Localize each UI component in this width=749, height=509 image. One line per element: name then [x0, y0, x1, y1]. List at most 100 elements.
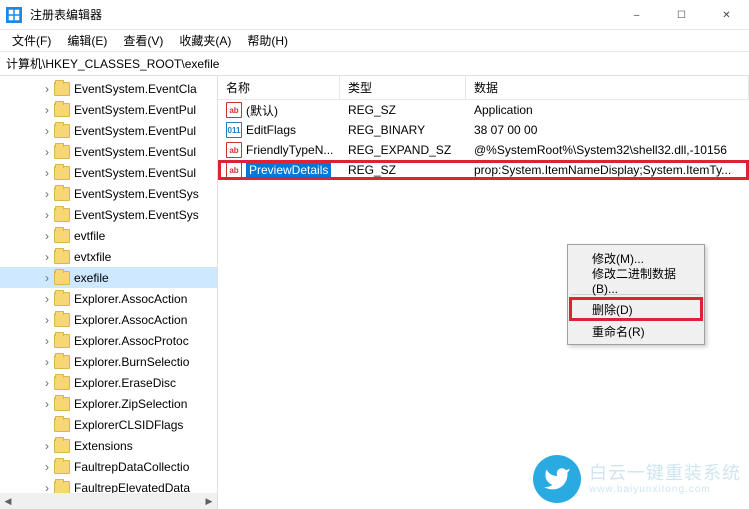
- close-button[interactable]: ✕: [704, 0, 749, 30]
- expand-icon[interactable]: ›: [40, 334, 54, 348]
- tree-item[interactable]: › Extensions: [0, 435, 217, 456]
- scroll-track[interactable]: [16, 493, 201, 509]
- tree-item[interactable]: › EventSystem.EventSul: [0, 162, 217, 183]
- tree-item-label: Explorer.BurnSelectio: [74, 355, 189, 369]
- folder-icon: [54, 187, 70, 201]
- expand-icon[interactable]: ›: [40, 103, 54, 117]
- tree-item-label: EventSystem.EventCla: [74, 82, 197, 96]
- watermark-logo-icon: [533, 455, 581, 503]
- column-name[interactable]: 名称: [218, 76, 340, 99]
- expand-icon[interactable]: ›: [40, 124, 54, 138]
- expand-icon[interactable]: ›: [40, 250, 54, 264]
- value-list[interactable]: ab(默认)REG_SZApplication011EditFlagsREG_B…: [218, 100, 749, 180]
- tree-item[interactable]: › EventSystem.EventPul: [0, 120, 217, 141]
- folder-icon: [54, 292, 70, 306]
- scroll-right-icon[interactable]: ▶: [201, 493, 217, 509]
- title-bar: 注册表编辑器 – ☐ ✕: [0, 0, 749, 30]
- value-list-panel: 名称 类型 数据 ab(默认)REG_SZApplication011EditF…: [218, 76, 749, 509]
- tree-item[interactable]: ›EventSystem.EventPul: [0, 99, 217, 120]
- watermark: 白云一键重装系统 www.baiyunxitong.com: [533, 455, 741, 503]
- tree-item-label: EventSystem.EventSul: [74, 145, 196, 159]
- expand-icon[interactable]: ›: [40, 229, 54, 243]
- expand-icon[interactable]: ›: [40, 208, 54, 222]
- value-type: REG_BINARY: [340, 123, 466, 137]
- tree-item[interactable]: › Explorer.EraseDisc: [0, 372, 217, 393]
- expand-icon[interactable]: ›: [40, 376, 54, 390]
- tree-item-label: Explorer.AssocProtoc: [74, 334, 189, 348]
- folder-icon: [54, 376, 70, 390]
- tree-panel: ›EventSystem.EventCla›EventSystem.EventP…: [0, 76, 218, 509]
- expand-icon[interactable]: ›: [40, 313, 54, 327]
- expand-icon[interactable]: ›: [40, 439, 54, 453]
- window-title: 注册表编辑器: [30, 6, 614, 23]
- menu-view[interactable]: 查看(V): [115, 30, 171, 51]
- folder-icon: [54, 355, 70, 369]
- registry-tree[interactable]: ›EventSystem.EventCla›EventSystem.EventP…: [0, 76, 217, 509]
- list-header: 名称 类型 数据: [218, 76, 749, 100]
- value-row[interactable]: abFriendlyTypeN...REG_EXPAND_SZ@%SystemR…: [218, 140, 749, 160]
- menu-edit[interactable]: 编辑(E): [59, 30, 115, 51]
- tree-item[interactable]: ›Explorer.AssocAction: [0, 288, 217, 309]
- value-type-icon: ab: [226, 162, 242, 178]
- expand-icon[interactable]: ›: [40, 292, 54, 306]
- value-type: REG_EXPAND_SZ: [340, 143, 466, 157]
- minimize-button[interactable]: –: [614, 0, 659, 30]
- ctx-delete[interactable]: 删除(D): [570, 298, 702, 320]
- tree-item[interactable]: ›ExplorerCLSIDFlags: [0, 414, 217, 435]
- folder-icon: [54, 166, 70, 180]
- tree-item-label: Extensions: [74, 439, 133, 453]
- value-row[interactable]: ab(默认)REG_SZApplication: [218, 100, 749, 120]
- value-data: 38 07 00 00: [466, 123, 749, 137]
- tree-item[interactable]: › evtfile: [0, 225, 217, 246]
- expand-icon[interactable]: ›: [40, 397, 54, 411]
- expand-icon[interactable]: ›: [40, 355, 54, 369]
- value-row[interactable]: abPreviewDetails REG_SZprop:System.ItemNa…: [218, 160, 749, 180]
- tree-item-label: EventSystem.EventSys: [74, 187, 199, 201]
- scroll-left-icon[interactable]: ◀: [0, 493, 16, 509]
- tree-item-label: EventSystem.EventPul: [74, 124, 196, 138]
- maximize-button[interactable]: ☐: [659, 0, 704, 30]
- tree-hscrollbar[interactable]: ◀ ▶: [0, 493, 217, 509]
- menu-favorites[interactable]: 收藏夹(A): [171, 30, 239, 51]
- tree-item[interactable]: › FaultrepDataCollectio: [0, 456, 217, 477]
- tree-item[interactable]: › EventSystem.EventCla: [0, 78, 217, 99]
- value-type: REG_SZ: [340, 163, 466, 177]
- tree-item[interactable]: ›Explorer.ZipSelection: [0, 393, 217, 414]
- ctx-rename[interactable]: 重命名(R): [570, 320, 702, 342]
- regedit-icon: [6, 7, 22, 23]
- expand-icon[interactable]: ›: [40, 82, 54, 96]
- tree-item[interactable]: ›EventSystem.EventSys: [0, 204, 217, 225]
- address-bar[interactable]: 计算机\HKEY_CLASSES_ROOT\exefile: [0, 52, 749, 76]
- context-menu: 修改(M)... 修改二进制数据(B)... 删除(D) 重命名(R): [567, 244, 705, 345]
- value-row[interactable]: 011EditFlagsREG_BINARY38 07 00 00: [218, 120, 749, 140]
- value-type: REG_SZ: [340, 103, 466, 117]
- menu-help[interactable]: 帮助(H): [239, 30, 296, 51]
- tree-item[interactable]: › EventSystem.EventSys: [0, 183, 217, 204]
- tree-item-label: EventSystem.EventSul: [74, 166, 196, 180]
- expand-icon[interactable]: ›: [40, 145, 54, 159]
- tree-item-label: exefile: [74, 271, 109, 285]
- tree-item[interactable]: › Explorer.AssocProtoc: [0, 330, 217, 351]
- ctx-modify-binary[interactable]: 修改二进制数据(B)...: [570, 269, 702, 291]
- expand-icon[interactable]: ›: [40, 187, 54, 201]
- expand-icon[interactable]: ›: [40, 271, 54, 285]
- value-name: PreviewDetails: [246, 162, 331, 178]
- tree-item-label: Explorer.EraseDisc: [74, 376, 176, 390]
- tree-item-label: FaultrepDataCollectio: [74, 460, 189, 474]
- tree-item[interactable]: › EventSystem.EventSul: [0, 141, 217, 162]
- menu-file[interactable]: 文件(F): [4, 30, 59, 51]
- tree-item-label: evtfile: [74, 229, 105, 243]
- value-data: Application: [466, 103, 749, 117]
- folder-icon: [54, 397, 70, 411]
- column-type[interactable]: 类型: [340, 76, 466, 99]
- expand-icon[interactable]: ›: [40, 460, 54, 474]
- tree-item[interactable]: ›Explorer.AssocAction: [0, 309, 217, 330]
- tree-item[interactable]: ›evtxfile: [0, 246, 217, 267]
- tree-item[interactable]: › exefile: [0, 267, 217, 288]
- expand-icon[interactable]: ›: [40, 166, 54, 180]
- column-data[interactable]: 数据: [466, 76, 749, 99]
- value-data: prop:System.ItemNameDisplay;System.ItemT…: [466, 163, 749, 177]
- value-type-icon: 011: [226, 122, 242, 138]
- tree-item[interactable]: › Explorer.BurnSelectio: [0, 351, 217, 372]
- folder-icon: [54, 250, 70, 264]
